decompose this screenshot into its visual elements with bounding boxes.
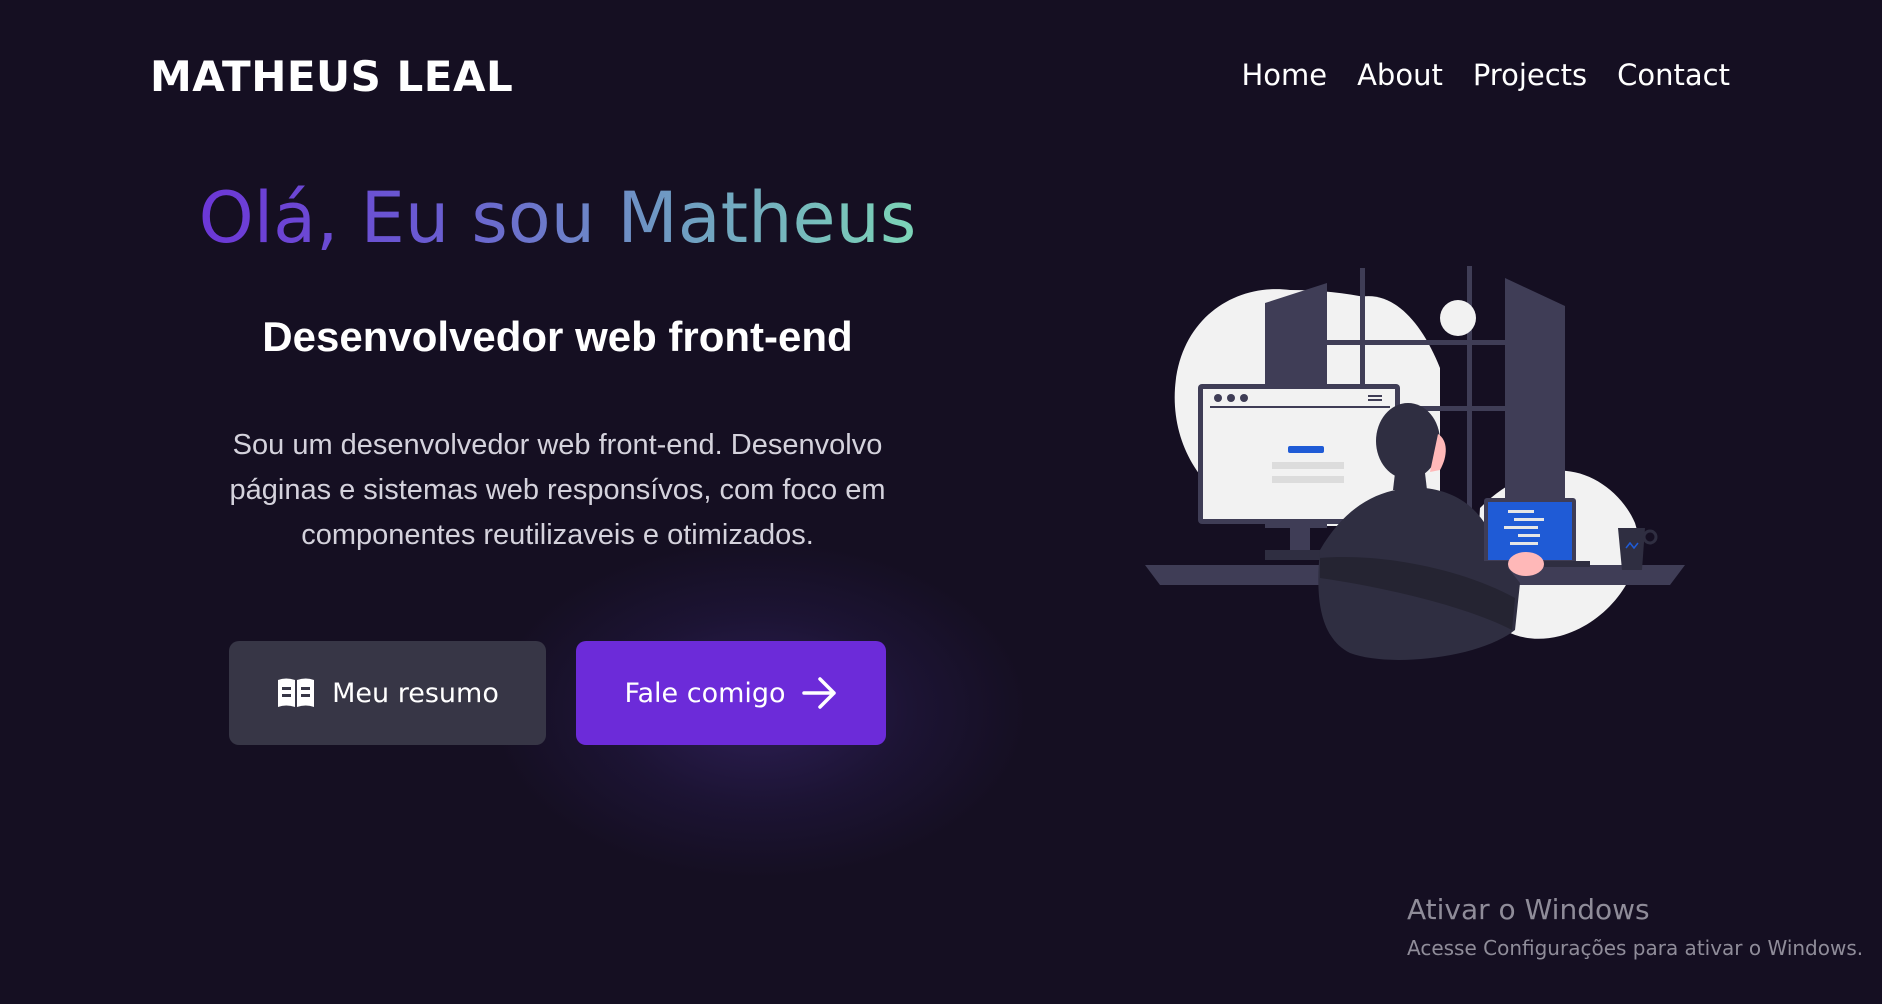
hero-section: Olá, Eu sou Matheus Desenvolvedor web fr… (150, 180, 965, 558)
windows-activation-watermark: Ativar o Windows Acesse Configurações pa… (1407, 893, 1863, 960)
watermark-title: Ativar o Windows (1407, 893, 1650, 926)
hero-role: Desenvolvedor web front-end (262, 313, 853, 360)
contact-button-label: Fale comigo (624, 677, 786, 709)
main-nav: Home About Projects Contact (1241, 58, 1730, 92)
hero-buttons: Meu resumo Fale comigo (229, 641, 886, 745)
book-icon (276, 677, 316, 709)
nav-projects[interactable]: Projects (1473, 58, 1587, 92)
resume-button-label: Meu resumo (332, 677, 499, 709)
developer-illustration (1140, 258, 1700, 672)
nav-home[interactable]: Home (1241, 58, 1327, 92)
hero-bio: Sou um desenvolvedor web front-end. Dese… (229, 429, 886, 551)
portfolio-page: MATHEUS LEAL Home About Projects Contact… (0, 0, 1882, 1004)
contact-button[interactable]: Fale comigo (576, 641, 886, 745)
nav-about[interactable]: About (1357, 58, 1443, 92)
resume-button[interactable]: Meu resumo (229, 641, 546, 745)
watermark-subtitle: Acesse Configurações para ativar o Windo… (1407, 936, 1864, 960)
hero-greeting: Olá, Eu sou Matheus (150, 180, 965, 257)
site-logo[interactable]: MATHEUS LEAL (150, 52, 513, 101)
nav-contact[interactable]: Contact (1617, 58, 1730, 92)
arrow-right-icon (801, 676, 838, 710)
